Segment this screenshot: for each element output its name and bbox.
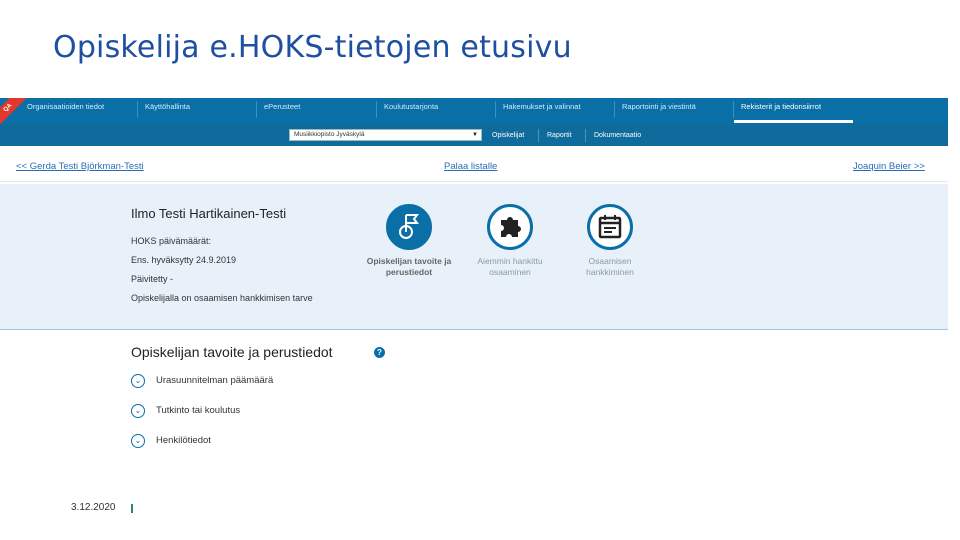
learning-need-status: Opiskelijalla on osaamisen hankkimisen t… — [131, 293, 313, 303]
nav-divider — [495, 101, 496, 118]
nav-item-eperusteet[interactable]: ePerusteet — [259, 98, 300, 124]
top-navigation: QA Organisaatioiden tiedot Käyttöhallint… — [0, 98, 948, 128]
nav-item-organisations[interactable]: Organisaatioiden tiedot — [22, 98, 104, 124]
organisation-select-value: Musiikkiopisto Jyväskylä — [294, 131, 365, 138]
updated-date: Päivitetty - — [131, 274, 174, 284]
subnav-divider — [538, 129, 539, 142]
nav-item-user-management[interactable]: Käyttöhallinta — [140, 98, 190, 124]
subnav-divider — [585, 129, 586, 142]
step-label: Osaamisen hankkiminen — [555, 256, 665, 278]
student-pager: << Gerda Testi Björkman-Testi Palaa list… — [0, 148, 948, 182]
step-label-line: Aiemmin hankittu — [477, 256, 543, 266]
nav-item-education-offering[interactable]: Koulutustarjonta — [379, 98, 438, 124]
subnav-students[interactable]: Opiskelijat — [492, 132, 524, 139]
accordion-label: Urasuunnitelman päämäärä — [156, 375, 274, 386]
subnav-reports[interactable]: Raportit — [547, 132, 572, 139]
footer-divider — [131, 504, 133, 513]
step-label-line: perustiedot — [385, 267, 433, 277]
organisation-select[interactable]: Musiikkiopisto Jyväskylä ▼ — [289, 129, 482, 141]
nav-divider — [614, 101, 615, 118]
puzzle-icon — [487, 204, 533, 250]
chevron-down-icon: ⌄ — [131, 374, 145, 388]
step-label: Opiskelijan tavoite ja perustiedot — [354, 256, 464, 278]
flag-icon — [386, 204, 432, 250]
step-goals-and-basics[interactable]: Opiskelijan tavoite ja perustiedot — [354, 204, 464, 278]
approved-date: Ens. hyväksytty 24.9.2019 — [131, 255, 237, 265]
step-label-line: hankkiminen — [586, 267, 634, 277]
nav-item-reporting[interactable]: Raportointi ja viestintä — [617, 98, 696, 124]
calendar-icon — [587, 204, 633, 250]
section-title: Opiskelijan tavoite ja perustiedot — [131, 344, 333, 360]
help-icon[interactable]: ? — [374, 347, 385, 358]
step-prior-competence[interactable]: Aiemmin hankittu osaaminen — [455, 204, 565, 278]
step-label-line: Opiskelijan tavoite ja — [366, 256, 452, 266]
nav-divider — [376, 101, 377, 118]
step-competence-acquisition[interactable]: Osaamisen hankkiminen — [555, 204, 665, 278]
slide-title: Opiskelija e.HOKS-tietojen etusivu — [53, 30, 572, 65]
subnav-documentation[interactable]: Dokumentaatio — [594, 132, 641, 139]
nav-divider — [256, 101, 257, 118]
active-tab-indicator — [734, 120, 853, 123]
chevron-down-icon: ⌄ — [131, 404, 145, 418]
accordion-label: Tutkinto tai koulutus — [156, 405, 241, 416]
nav-divider — [733, 101, 734, 118]
step-label-line: Osaamisen — [588, 256, 632, 266]
chevron-down-icon: ⌄ — [131, 434, 145, 448]
chevron-down-icon: ▼ — [472, 132, 478, 138]
accordion-label: Henkilötiedot — [156, 435, 211, 446]
step-label: Aiemmin hankittu osaaminen — [455, 256, 565, 278]
previous-student-link[interactable]: << Gerda Testi Björkman-Testi — [16, 161, 144, 172]
nav-divider — [137, 101, 138, 118]
app-screenshot: QA Organisaatioiden tiedot Käyttöhallint… — [0, 98, 948, 464]
hoks-dates-heading: HOKS päivämäärät: — [131, 236, 212, 246]
student-name: Ilmo Testi Hartikainen-Testi — [131, 206, 287, 221]
next-student-link[interactable]: Joaquin Beier >> — [853, 161, 925, 172]
nav-item-applications[interactable]: Hakemukset ja valinnat — [498, 98, 581, 124]
back-to-list-link[interactable]: Palaa listalle — [444, 161, 497, 172]
step-label-line: osaaminen — [489, 267, 531, 277]
slide-date: 3.12.2020 — [71, 502, 116, 513]
